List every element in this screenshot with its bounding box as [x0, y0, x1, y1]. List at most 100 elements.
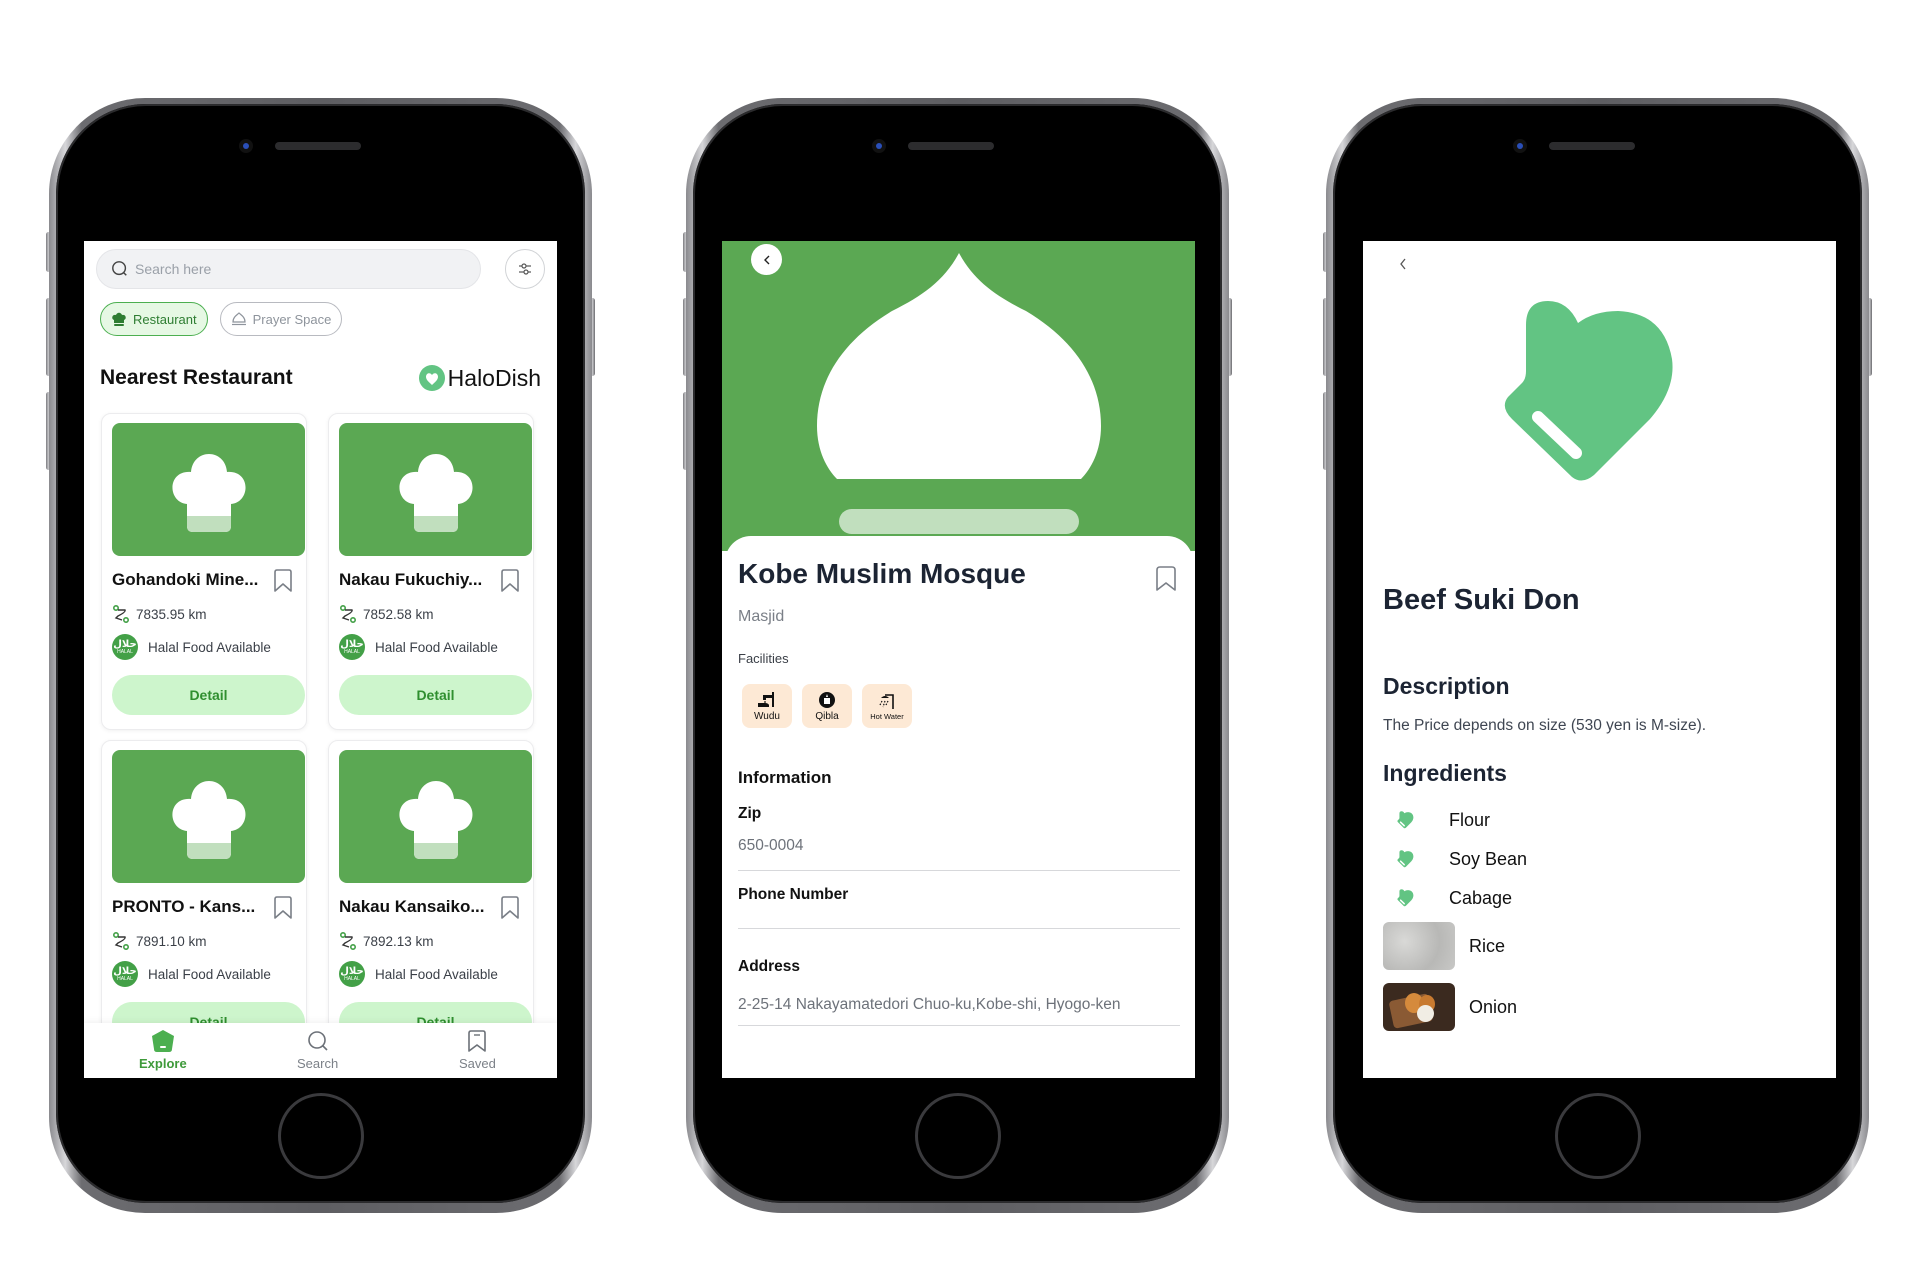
ingredient-name: Soy Bean: [1449, 849, 1528, 869]
nav-saved[interactable]: Saved: [459, 1029, 496, 1071]
chef-hat-icon: [398, 453, 473, 532]
bookmark-icon[interactable]: [272, 569, 294, 593]
ingredient-name: Rice: [1469, 935, 1506, 956]
restaurant-name: Nakau Kansaiko...: [339, 897, 485, 916]
mitten-icon: [1397, 888, 1414, 906]
halal-badge-icon: حلال HALAL: [339, 634, 365, 660]
search-placeholder: Search here: [135, 261, 212, 277]
home-button[interactable]: [1554, 1093, 1641, 1179]
halodish-logo: HaloDish: [418, 364, 541, 392]
ingredient-name: Onion: [1469, 996, 1518, 1017]
bookmark-icon[interactable]: [1155, 566, 1177, 592]
nav-label: Saved: [459, 1056, 496, 1071]
chef-hat-icon: [171, 780, 246, 859]
restaurant-name: Gohandoki Mine...: [112, 570, 259, 589]
restaurant-card[interactable]: Gohandoki Mine... 7835.95 km حلال HALAL Ha…: [101, 413, 307, 730]
ingredient-item: Flour: [1383, 810, 1490, 831]
nav-search[interactable]: Search: [297, 1029, 338, 1071]
facilities-list: Wudu Qibla Hot Water: [742, 684, 912, 728]
info-phone: Phone Number: [738, 886, 1180, 929]
restaurant-image: [112, 750, 305, 883]
restaurant-card[interactable]: Nakau Fukuchiy... 7852.58 km حلال HALAL Ha…: [328, 413, 534, 730]
home-button[interactable]: [914, 1093, 1001, 1179]
search-input[interactable]: Search here: [96, 249, 481, 289]
detail-button[interactable]: Detail: [339, 675, 532, 715]
halodish-logo-icon: [418, 365, 445, 391]
dish-title: Beef Suki Don: [1383, 584, 1580, 616]
restaurant-image: [339, 750, 532, 883]
ingredient-item: Soy Bean: [1383, 849, 1527, 870]
detail-button[interactable]: Detail: [112, 675, 305, 715]
ingredient-name: Flour: [1449, 810, 1491, 830]
field-label: Zip: [738, 805, 762, 822]
distance: 7891.10 km: [112, 932, 207, 950]
route-icon: [340, 605, 356, 623]
filter-button[interactable]: [505, 249, 545, 289]
halal-label: Halal Food Available: [148, 966, 271, 982]
description-heading: Description: [1383, 673, 1510, 699]
halal-status: حلال HALAL Halal Food Available: [112, 961, 271, 987]
ingredient-item: Cabage: [1383, 888, 1512, 909]
halal-label: Halal Food Available: [375, 966, 498, 982]
distance-value: 7892.13 km: [363, 933, 434, 949]
front-camera: [872, 139, 886, 153]
chevron-left-icon[interactable]: [1397, 257, 1409, 271]
facility-label: Qibla: [815, 710, 839, 722]
halal-badge-icon: حلال HALAL: [112, 634, 138, 660]
front-camera: [239, 139, 253, 153]
restaurant-image: [339, 423, 532, 556]
route-icon: [340, 932, 356, 950]
nav-explore[interactable]: Explore: [139, 1029, 187, 1071]
mitten-icon: [1397, 849, 1414, 867]
facility-label: Hot Water: [870, 711, 904, 721]
earpiece-speaker: [908, 142, 994, 150]
front-camera: [1513, 139, 1527, 153]
distance: 7892.13 km: [339, 932, 434, 950]
earpiece-speaker: [1549, 142, 1635, 150]
restaurant-card[interactable]: PRONTO - Kans... 7891.10 km حلال HALAL Hal…: [101, 740, 307, 1057]
chef-hat-icon: [398, 780, 473, 859]
halal-status: حلال HALAL Halal Food Available: [112, 634, 271, 660]
bookmark-icon[interactable]: [272, 896, 294, 920]
halal-badge-arabic: حلال: [340, 965, 364, 977]
sliders-icon: [519, 263, 531, 275]
nav-label: Search: [297, 1056, 339, 1071]
field-label: Phone Number: [738, 886, 849, 903]
ingredient-item: Rice: [1383, 922, 1505, 970]
halal-badge-arabic: حلال: [340, 638, 364, 650]
halal-badge-icon: حلال HALAL: [112, 961, 138, 987]
facility-qibla: Qibla: [802, 684, 852, 728]
halal-status: حلال HALAL Halal Food Available: [339, 634, 498, 660]
restaurant-name: PRONTO - Kans...: [112, 897, 256, 916]
home-icon: [151, 1030, 174, 1052]
wudu-icon: [758, 691, 774, 707]
halal-status: حلال HALAL Halal Food Available: [339, 961, 498, 987]
mitten-icon: [1397, 810, 1414, 828]
bookmark-icon[interactable]: [499, 896, 521, 920]
place-title: Kobe Muslim Mosque: [738, 558, 1026, 589]
logo-text: HaloDish: [447, 364, 541, 391]
facility-wudu: Wudu: [742, 684, 792, 728]
nav-label: Explore: [139, 1056, 187, 1071]
bookmark-icon[interactable]: [499, 569, 521, 593]
bookmark-icon: [468, 1030, 487, 1052]
facilities-label: Facilities: [738, 651, 789, 666]
shower-icon: [879, 693, 894, 709]
mosque-hero-image: [722, 241, 1195, 551]
halal-badge-latin: HALAL: [344, 648, 360, 655]
phone-mosque-detail: Kobe Muslim Mosque Masjid Facilities Wud…: [683, 98, 1232, 1213]
earpiece-speaker: [275, 142, 361, 150]
home-button[interactable]: [277, 1093, 364, 1179]
distance-value: 7852.58 km: [363, 606, 434, 622]
halal-badge-icon: حلال HALAL: [339, 961, 365, 987]
information-heading: Information: [738, 768, 832, 787]
restaurant-card[interactable]: Nakau Kansaiko... 7892.13 km حلال HALAL Ha…: [328, 740, 534, 1057]
halal-badge-latin: HALAL: [117, 975, 133, 982]
ingredient-item: Onion: [1383, 983, 1517, 1031]
chip-prayer-space[interactable]: Prayer Space: [219, 302, 343, 336]
back-button[interactable]: [751, 244, 782, 275]
section-title: Nearest Restaurant: [100, 366, 293, 389]
search-icon: [112, 261, 127, 276]
chip-restaurant[interactable]: Restaurant: [100, 302, 208, 336]
route-icon: [113, 605, 129, 623]
